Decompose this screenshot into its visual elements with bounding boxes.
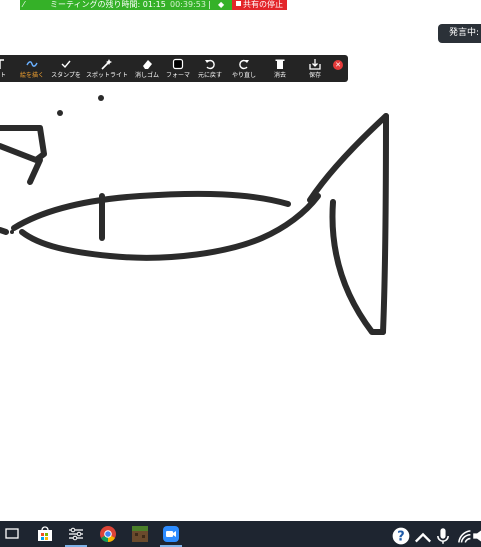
tool-label: 消去: [273, 72, 286, 79]
svg-text:?: ?: [397, 530, 404, 545]
stroke-left-tail: [27, 157, 43, 185]
settings-icon[interactable]: [67, 525, 85, 543]
tool-clear[interactable]: 消去: [260, 55, 300, 82]
store-icon[interactable]: [36, 525, 54, 543]
stroke-fish-tail-inner: [329, 199, 386, 335]
microphone-icon[interactable]: ❘: [206, 0, 213, 9]
windows-taskbar: ?: [0, 521, 481, 547]
speaker-label: 発言中:: [449, 28, 480, 38]
remaining-time-label: ミーティングの残り時間: 01:15: [50, 0, 166, 9]
tool-label: スポットライト: [86, 72, 129, 79]
dot-3: [10, 230, 14, 234]
stroke-fish-tail-right: [380, 113, 389, 335]
stroke-fish-body-top: [11, 190, 291, 231]
stop-share-label: 共有の停止: [243, 0, 283, 9]
meeting-status-bar: ⁄ ミーティングの残り時間: 01:15 00:39:53 ❘ ◆ 共有の停止: [0, 0, 481, 10]
tool-stamp[interactable]: スタンプを: [46, 55, 86, 82]
annotation-toolbar: スト 絵を描く スタンプを スポットライト 消しゴム フォーマ 元に戻す やり直…: [0, 55, 348, 82]
tool-label: やり直し: [231, 72, 256, 79]
minecraft-icon[interactable]: [131, 525, 149, 543]
eraser-icon: [143, 60, 152, 69]
elapsed-time: 00:39:53: [170, 0, 206, 9]
redo-icon: [239, 59, 249, 70]
close-icon: ✕: [335, 61, 341, 69]
trash-icon: [275, 59, 285, 69]
text-icon: [0, 59, 4, 69]
spotlight-wand-icon: [101, 59, 112, 70]
chevron-up-icon[interactable]: [414, 529, 432, 547]
tool-redo[interactable]: やり直し: [224, 55, 264, 82]
stroke-fish-tail-upper: [307, 113, 389, 203]
speaker-indicator: 発言中:: [438, 24, 481, 43]
stamp-check-icon: [61, 60, 71, 69]
volume-icon[interactable]: [470, 527, 481, 545]
stroke-mouth: [0, 227, 9, 235]
stop-share-button[interactable]: 共有の停止: [232, 0, 287, 10]
undo-icon: [205, 59, 215, 70]
dot-1: [57, 110, 63, 116]
zoom-icon[interactable]: [162, 525, 180, 543]
help-icon[interactable]: ?: [392, 527, 410, 545]
stroke-left-shape: [0, 125, 47, 163]
save-icon: [309, 59, 321, 70]
signal-icon: ⁄: [23, 0, 25, 9]
tool-label: 保存: [308, 72, 321, 79]
close-toolbar-button[interactable]: ✕: [333, 60, 343, 70]
shield-icon[interactable]: ◆: [218, 0, 224, 9]
format-square-icon: [172, 58, 184, 70]
task-view-icon[interactable]: [3, 525, 21, 543]
meeting-timer-panel: ⁄ ミーティングの残り時間: 01:15 00:39:53 ❘ ◆: [20, 0, 232, 10]
stop-square-icon: [236, 1, 241, 6]
microphone-icon[interactable]: [434, 527, 452, 545]
dot-2: [98, 95, 104, 101]
tool-save[interactable]: 保存: [295, 55, 335, 82]
chrome-icon[interactable]: [99, 525, 117, 543]
tool-label: スタンプを: [51, 72, 81, 79]
tool-spotlight[interactable]: スポットライト: [86, 55, 129, 82]
draw-icon: [26, 61, 38, 67]
